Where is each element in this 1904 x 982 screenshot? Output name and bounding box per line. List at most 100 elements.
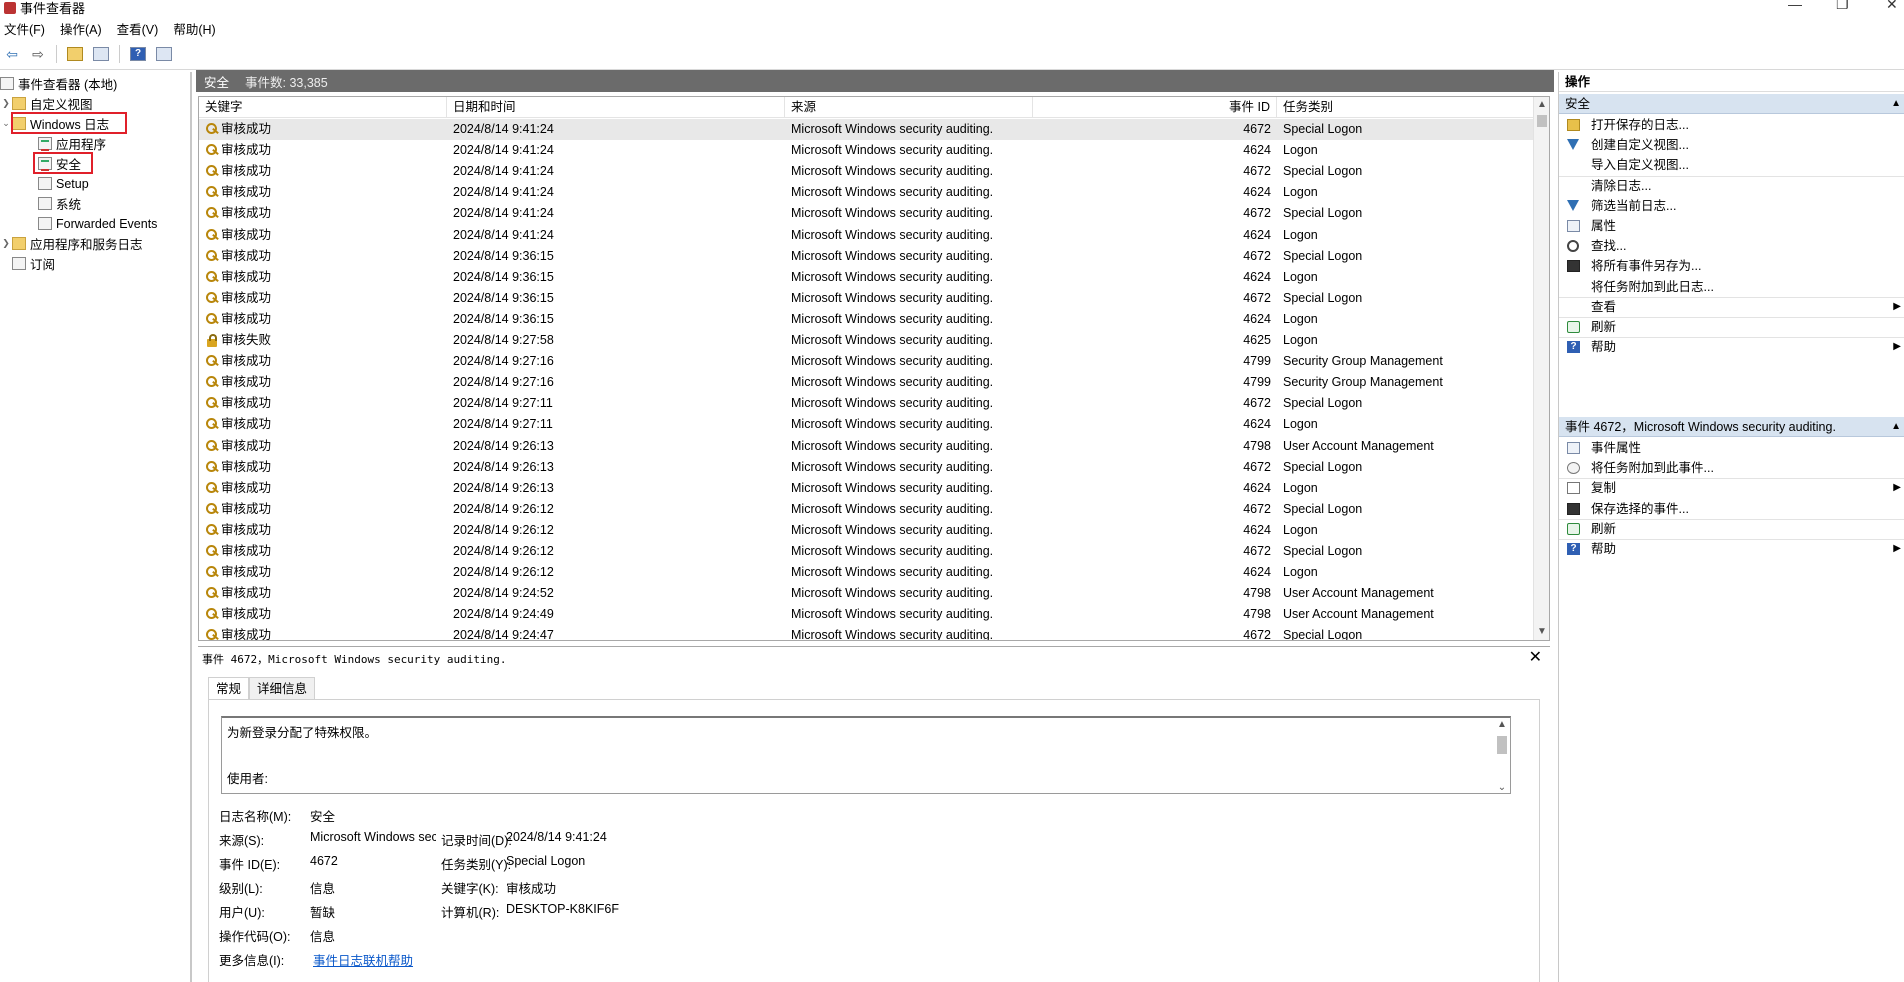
back-button[interactable]: ⇦ — [2, 45, 22, 63]
column-header-datetime[interactable]: 日期和时间 — [447, 97, 785, 118]
menu-help[interactable]: 帮助(H) — [173, 19, 215, 38]
table-row[interactable]: 审核成功 2024/8/14 9:41:24 Microsoft Windows s… — [199, 203, 1534, 224]
collapse-icon[interactable]: ▲ — [1891, 94, 1901, 114]
table-row[interactable]: 审核成功 2024/8/14 9:41:24 Microsoft Windows s… — [199, 119, 1534, 140]
scroll-up-icon[interactable]: ▲ — [1494, 719, 1510, 730]
table-row[interactable]: 审核成功 2024/8/14 9:26:13 Microsoft Windows s… — [199, 478, 1534, 499]
table-row[interactable]: 审核成功 2024/8/14 9:24:52 Microsoft Windows s… — [199, 583, 1534, 604]
table-row[interactable]: 审核成功 2024/8/14 9:24:47 Microsoft Windows s… — [199, 625, 1534, 640]
minimize-button[interactable]: — — [1788, 0, 1802, 12]
tree-item-system[interactable]: 系统 — [38, 194, 81, 213]
forward-button[interactable]: ⇨ — [28, 45, 48, 63]
table-row[interactable]: 审核成功 2024/8/14 9:27:11 Microsoft Windows s… — [199, 393, 1534, 414]
tree-item-app-service-logs[interactable]: ❯ 应用程序和服务日志 — [0, 234, 143, 253]
help-button[interactable]: ? — [128, 45, 148, 63]
action-item[interactable]: ? 帮助 ▶ — [1559, 337, 1904, 357]
tab-details[interactable]: 详细信息 — [249, 677, 316, 699]
action-label: 帮助 — [1591, 542, 1617, 556]
key-icon — [205, 628, 219, 640]
close-detail-button[interactable]: ✕ — [1529, 647, 1542, 667]
tab-general[interactable]: 常规 — [208, 677, 250, 699]
table-row[interactable]: 审核成功 2024/8/14 9:41:24 Microsoft Windows s… — [199, 225, 1534, 246]
scroll-thumb[interactable] — [1497, 736, 1507, 754]
cell-keyword: 审核成功 — [221, 354, 272, 369]
cell-source: Microsoft Windows security auditing. — [791, 375, 994, 390]
action-item[interactable]: 保存选择的事件... — [1559, 499, 1904, 519]
restore-button[interactable]: ❐ — [1836, 0, 1849, 13]
tree-item-custom-views[interactable]: ❯ 自定义视图 — [0, 94, 93, 113]
chevron-right-icon[interactable]: ❯ — [0, 238, 12, 249]
table-row[interactable]: 审核成功 2024/8/14 9:36:15 Microsoft Windows s… — [199, 288, 1534, 309]
action-item[interactable]: 将任务附加到此事件... — [1559, 458, 1904, 478]
table-row[interactable]: 审核成功 2024/8/14 9:27:16 Microsoft Windows s… — [199, 372, 1534, 393]
table-row[interactable]: 审核成功 2024/8/14 9:26:12 Microsoft Windows s… — [199, 520, 1534, 541]
column-header-event-id[interactable]: 事件 ID — [1033, 97, 1277, 118]
label-more-info: 更多信息(I): — [219, 954, 285, 968]
menu-view[interactable]: 查看(V) — [117, 19, 159, 38]
column-header-source[interactable]: 来源 — [785, 97, 1033, 118]
scroll-down-icon[interactable]: ▼ — [1534, 624, 1549, 640]
table-row[interactable]: 审核成功 2024/8/14 9:24:49 Microsoft Windows s… — [199, 604, 1534, 625]
cell-task: Logon — [1283, 333, 1318, 347]
cell-keyword: 审核成功 — [221, 311, 272, 326]
table-row[interactable]: 审核成功 2024/8/14 9:27:11 Microsoft Windows s… — [199, 414, 1534, 435]
column-header-keyword[interactable]: 关键字 — [199, 97, 447, 118]
table-row[interactable]: 审核成功 2024/8/14 9:26:12 Microsoft Windows s… — [199, 541, 1534, 562]
action-item[interactable]: 刷新 — [1559, 519, 1904, 539]
cell-id: 4624 — [1243, 269, 1271, 284]
table-row[interactable]: 审核成功 2024/8/14 9:27:16 Microsoft Windows s… — [199, 351, 1534, 372]
chevron-right-icon[interactable]: ❯ — [0, 98, 12, 109]
table-row[interactable]: 审核成功 2024/8/14 9:26:13 Microsoft Windows s… — [199, 457, 1534, 478]
action-item[interactable]: 复制 ▶ — [1559, 478, 1904, 498]
table-row[interactable]: 审核成功 2024/8/14 9:36:15 Microsoft Windows s… — [199, 246, 1534, 267]
action-item[interactable]: 刷新 — [1559, 317, 1904, 337]
action-item[interactable]: 创建自定义视图... — [1559, 135, 1904, 155]
action-item[interactable]: 将所有事件另存为... — [1559, 256, 1904, 276]
table-row[interactable]: 审核成功 2024/8/14 9:41:24 Microsoft Windows s… — [199, 182, 1534, 203]
table-row[interactable]: 审核成功 2024/8/14 9:26:12 Microsoft Windows s… — [199, 562, 1534, 583]
action-item[interactable]: 清除日志... — [1559, 176, 1904, 196]
up-folder-button[interactable] — [65, 45, 85, 63]
cell-id: 4624 — [1243, 227, 1271, 242]
show-hide-action-pane-button[interactable] — [154, 45, 174, 63]
column-header-task-category[interactable]: 任务类别 — [1277, 97, 1534, 118]
event-description[interactable]: 为新登录分配了特殊权限。 使用者: ▲ ⌄ — [221, 716, 1511, 794]
table-row[interactable]: 审核失败 2024/8/14 9:27:58 Microsoft Windows s… — [199, 330, 1534, 351]
help-icon: ? — [130, 47, 146, 61]
action-item[interactable]: 筛选当前日志... — [1559, 196, 1904, 216]
table-row[interactable]: 审核成功 2024/8/14 9:36:15 Microsoft Windows s… — [199, 267, 1534, 288]
tree-item-subscriptions[interactable]: 订阅 — [12, 254, 55, 273]
close-window-button[interactable]: ✕ — [1886, 0, 1898, 13]
table-row[interactable]: 审核成功 2024/8/14 9:26:13 Microsoft Windows s… — [199, 436, 1534, 457]
scroll-thumb[interactable] — [1537, 115, 1547, 127]
show-hide-tree-button[interactable] — [91, 45, 111, 63]
action-item[interactable]: 导入自定义视图... — [1559, 155, 1904, 175]
menu-file[interactable]: 文件(F) — [4, 19, 45, 38]
table-row[interactable]: 审核成功 2024/8/14 9:41:24 Microsoft Windows s… — [199, 161, 1534, 182]
tree-item-application[interactable]: 应用程序 — [38, 134, 106, 153]
action-item[interactable]: 查找... — [1559, 236, 1904, 256]
description-scrollbar[interactable]: ▲ ⌄ — [1494, 718, 1510, 793]
tree-item-setup[interactable]: Setup — [38, 174, 89, 193]
action-item[interactable]: 将任务附加到此日志... — [1559, 277, 1904, 297]
cell-id: 4672 — [1243, 164, 1271, 179]
table-row[interactable]: 审核成功 2024/8/14 9:36:15 Microsoft Windows s… — [199, 309, 1534, 330]
action-item[interactable]: 属性 — [1559, 216, 1904, 236]
label-log-name: 日志名称(M): — [219, 810, 292, 824]
action-item[interactable]: ? 帮助 ▶ — [1559, 539, 1904, 559]
actions-section-security[interactable]: 安全 ▲ — [1559, 94, 1904, 114]
event-list-scrollbar[interactable]: ▲ ▼ — [1533, 97, 1549, 640]
table-row[interactable]: 审核成功 2024/8/14 9:41:24 Microsoft Windows s… — [199, 140, 1534, 161]
more-info-link[interactable]: 事件日志联机帮助 — [313, 950, 413, 969]
tree-item-root[interactable]: 事件查看器 (本地) — [0, 74, 117, 93]
collapse-icon[interactable]: ▲ — [1891, 417, 1901, 437]
scroll-down-icon[interactable]: ⌄ — [1494, 782, 1510, 793]
scroll-up-icon[interactable]: ▲ — [1534, 97, 1549, 113]
action-item[interactable]: 打开保存的日志... — [1559, 115, 1904, 135]
table-row[interactable]: 审核成功 2024/8/14 9:26:12 Microsoft Windows s… — [199, 499, 1534, 520]
action-item[interactable]: 事件属性 — [1559, 438, 1904, 458]
menu-action[interactable]: 操作(A) — [60, 19, 102, 38]
tree-item-forwarded-events[interactable]: Forwarded Events — [38, 214, 157, 233]
actions-section-event[interactable]: 事件 4672，Microsoft Windows security audit… — [1559, 417, 1904, 437]
action-item[interactable]: 查看 ▶ — [1559, 297, 1904, 317]
